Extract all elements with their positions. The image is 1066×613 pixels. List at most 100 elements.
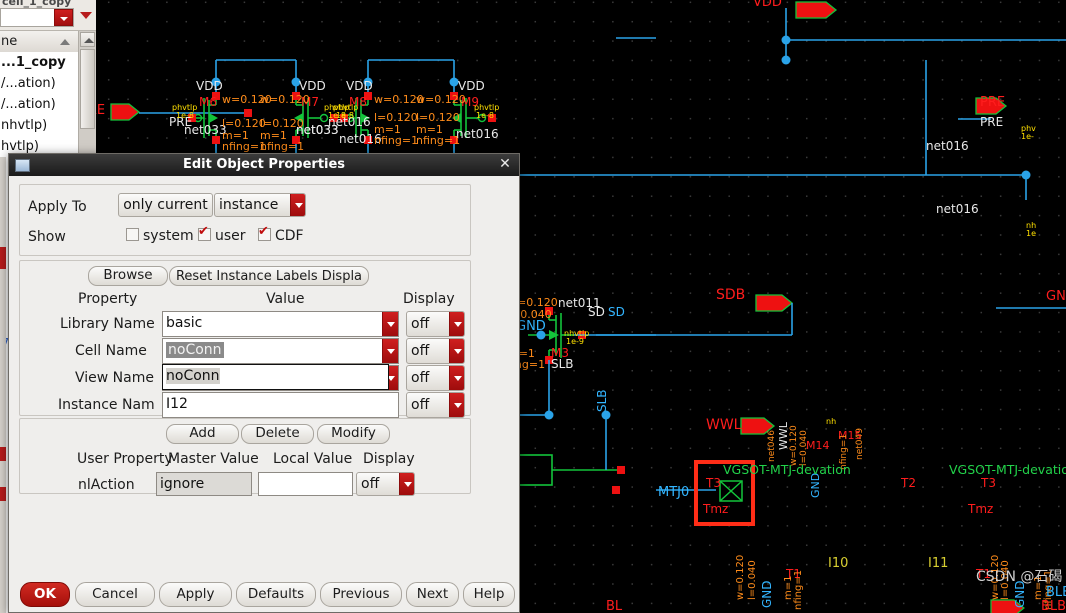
ok-button-label: OK [34, 585, 56, 602]
master-value-field: ignore [156, 472, 252, 496]
show-system-checkbox[interactable]: system [126, 228, 194, 244]
header-local-value: Local Value [273, 451, 353, 467]
background-column-header[interactable]: ne [0, 31, 78, 53]
library-name-display-dropdown[interactable]: off [406, 311, 465, 337]
browse-button-label: Browse [103, 267, 153, 284]
user-prop-display-dropdown[interactable]: off [356, 472, 415, 496]
list-item[interactable]: /...ation) [0, 73, 78, 94]
cell-name-autocomplete-popup[interactable]: noConn [162, 364, 389, 390]
reset-instance-labels-label: Reset Instance Labels Displa [175, 268, 363, 284]
apply-to-panel: Apply To only current instance Show syst… [19, 184, 471, 256]
show-user-label: user [215, 228, 246, 244]
edit-object-properties-dialog[interactable]: Edit Object Properties ✕ Apply To only c… [8, 153, 520, 613]
dialog-title: Edit Object Properties [182, 157, 346, 172]
list-item[interactable]: ...1_copy [0, 52, 78, 73]
add-button-label: Add [189, 425, 216, 442]
defaults-button-label: Defaults [247, 585, 305, 602]
chevron-down-icon[interactable] [449, 312, 464, 336]
sort-ascending-icon [60, 39, 70, 45]
next-button-label: Next [416, 585, 449, 602]
cell-name-combo[interactable]: noConn [162, 338, 399, 364]
instance-name-display-value: off [411, 397, 430, 413]
chevron-down-icon[interactable] [449, 393, 464, 417]
master-value-text: ignore [160, 476, 205, 492]
row-label-library-name: Library Name [60, 316, 155, 332]
view-name-display-value: off [411, 370, 430, 386]
defaults-button[interactable]: Defaults [236, 582, 316, 607]
background-scrollbar[interactable] [78, 31, 96, 157]
background-combobox[interactable] [0, 8, 74, 27]
instance-name-display-dropdown[interactable]: off [406, 392, 465, 418]
header-display: Display [403, 291, 455, 307]
apply-button[interactable]: Apply [159, 582, 232, 607]
library-name-display-value: off [411, 316, 430, 332]
next-button[interactable]: Next [406, 582, 459, 607]
cancel-button[interactable]: Cancel [75, 582, 155, 607]
instance-name-value: I12 [166, 396, 188, 412]
scrollbar-thumb[interactable] [80, 49, 95, 129]
user-prop-display-value: off [361, 476, 380, 492]
local-value-input[interactable] [258, 472, 353, 496]
chevron-down-icon[interactable] [449, 339, 464, 363]
header-master-value: Master Value [168, 451, 259, 467]
previous-button[interactable]: Previous [320, 582, 402, 607]
apply-button-label: Apply [176, 585, 215, 602]
header-property: Property [78, 291, 138, 307]
chevron-down-icon[interactable] [290, 194, 305, 216]
row-label-instance-name: Instance Nam [58, 397, 155, 413]
reset-instance-labels-button[interactable]: Reset Instance Labels Displa [169, 266, 369, 286]
red-accent-3 [0, 487, 6, 501]
chevron-down-icon[interactable] [54, 9, 73, 26]
modify-button[interactable]: Modify [317, 424, 390, 444]
list-item[interactable]: nhvtlp) [0, 115, 78, 136]
delete-button[interactable]: Delete [241, 424, 314, 444]
library-name-value: basic [166, 315, 203, 331]
show-label: Show [28, 229, 66, 245]
delete-button-label: Delete [255, 425, 300, 442]
show-cdf-checkbox[interactable]: CDF [258, 224, 304, 244]
modify-button-label: Modify [331, 425, 376, 442]
background-list[interactable]: ...1_copy /...ation) /...ation) nhvtlp) … [0, 52, 78, 157]
close-icon[interactable]: ✕ [497, 156, 513, 172]
cell-name-value: noConn [166, 342, 224, 358]
cell-name-display-dropdown[interactable]: off [406, 338, 465, 364]
chevron-down-icon-secondary[interactable] [80, 12, 92, 19]
red-accent-1 [0, 247, 6, 269]
browse-button[interactable]: Browse [88, 266, 168, 286]
chevron-down-icon[interactable] [399, 473, 414, 495]
add-button[interactable]: Add [166, 424, 239, 444]
red-accent-2 [0, 447, 6, 461]
ok-button[interactable]: OK [20, 582, 70, 607]
dialog-titlebar[interactable]: Edit Object Properties ✕ [9, 154, 519, 176]
row-label-cell-name: Cell Name [75, 343, 147, 359]
list-item[interactable]: /...ation) [0, 94, 78, 115]
instance-name-input[interactable]: I12 [162, 392, 399, 418]
checkbox-icon[interactable] [198, 224, 211, 241]
show-system-label: system [143, 228, 194, 244]
checkbox-icon[interactable] [126, 228, 139, 241]
row-label-view-name: View Name [75, 370, 154, 386]
checkbox-icon[interactable] [258, 224, 271, 241]
background-cut-label: cell_1_copy [2, 0, 72, 8]
chevron-down-icon[interactable] [382, 312, 398, 336]
apply-object-dropdown[interactable]: instance [214, 193, 306, 217]
panel-edge [0, 157, 6, 613]
scroll-up-icon[interactable] [80, 32, 95, 47]
apply-scope-dropdown[interactable]: only current [118, 193, 213, 217]
apply-scope-value: only current [123, 197, 208, 213]
help-button[interactable]: Help [463, 582, 515, 607]
autocomplete-item[interactable]: noConn [166, 368, 220, 384]
chevron-down-icon[interactable] [382, 339, 398, 363]
apply-object-value: instance [219, 197, 279, 213]
chevron-down-icon[interactable] [449, 366, 464, 390]
library-name-combo[interactable]: basic [162, 311, 399, 337]
previous-button-label: Previous [332, 585, 390, 602]
help-button-label: Help [473, 585, 505, 602]
apply-to-label: Apply To [28, 199, 87, 215]
user-prop-name: nlAction [78, 477, 135, 493]
cancel-button-label: Cancel [92, 585, 138, 602]
view-name-display-dropdown[interactable]: off [406, 365, 465, 391]
show-user-checkbox[interactable]: user [198, 224, 246, 244]
background-column-header-label: ne [1, 34, 18, 49]
watermark: CSDN @石碣 [976, 569, 1063, 585]
